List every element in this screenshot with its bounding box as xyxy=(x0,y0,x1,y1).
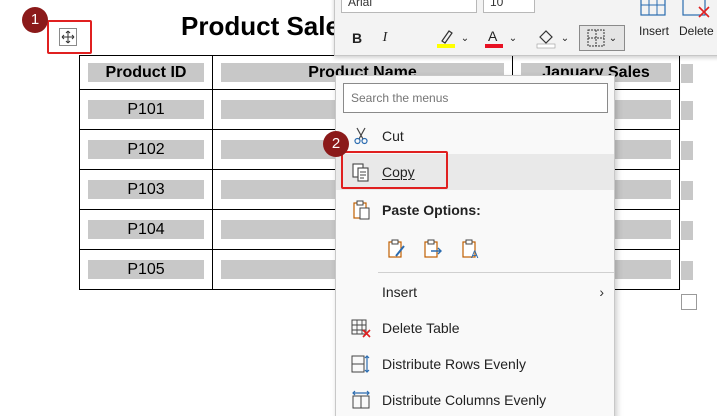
menu-label-distribute-columns: Distribute Columns Evenly xyxy=(382,392,547,408)
delete-table-icon xyxy=(682,0,710,18)
menu-label-paste-options: Paste Options: xyxy=(382,202,481,218)
chevron-down-icon[interactable]: ⌄ xyxy=(507,27,519,49)
delete-table-icon xyxy=(350,317,372,339)
font-color-icon: A xyxy=(485,28,503,48)
step-1-badge: 1 xyxy=(22,7,48,33)
borders-icon xyxy=(587,29,605,47)
insert-label: Insert xyxy=(638,24,669,38)
delete-button[interactable]: Delete xyxy=(679,0,717,38)
shade-extension xyxy=(681,141,693,160)
menu-item-distribute-rows[interactable]: Distribute Rows Evenly xyxy=(336,346,614,382)
scissors-icon xyxy=(350,125,372,147)
paste-keep-formatting-icon xyxy=(388,239,405,258)
move-handle-highlight xyxy=(47,20,92,54)
paste-text-only-icon: A xyxy=(462,239,479,260)
highlight-button[interactable] xyxy=(433,27,459,49)
font-size-combo[interactable]: 10 xyxy=(483,0,535,13)
header-product-id[interactable]: Product ID xyxy=(79,55,213,90)
svg-text:A: A xyxy=(471,249,479,260)
distribute-columns-icon xyxy=(350,389,372,411)
shade-extension xyxy=(681,101,693,120)
step-2-badge: 2 xyxy=(323,131,349,157)
clipboard-icon xyxy=(350,199,372,221)
table-cell[interactable]: P101 xyxy=(79,89,213,130)
menu-item-cut[interactable]: Cut xyxy=(336,118,614,154)
bold-button[interactable]: B xyxy=(347,27,367,49)
distribute-rows-icon xyxy=(350,353,372,375)
insert-table-icon xyxy=(640,0,666,16)
menu-label-distribute-rows: Distribute Rows Evenly xyxy=(382,356,526,372)
menu-label-cut: Cut xyxy=(382,128,404,144)
menu-label-insert: Insert xyxy=(382,284,418,300)
table-cell[interactable]: P105 xyxy=(79,249,213,290)
paste-text-only-button[interactable]: A xyxy=(458,236,484,262)
table-cell[interactable]: P103 xyxy=(79,169,213,210)
paste-keep-formatting-button[interactable] xyxy=(384,236,410,262)
chevron-down-icon[interactable]: ⌄ xyxy=(459,27,471,49)
chevron-right-icon: › xyxy=(599,284,604,300)
shading-button[interactable] xyxy=(533,27,559,49)
copy-highlight xyxy=(341,151,448,189)
menu-item-insert[interactable]: Insert › xyxy=(336,274,614,310)
font-name-value: Arial xyxy=(348,0,373,9)
table-cell[interactable]: P102 xyxy=(79,129,213,170)
font-size-value: 10 xyxy=(490,0,504,9)
document-title: Product Sale xyxy=(181,11,340,41)
menu-separator xyxy=(378,272,614,273)
insert-button[interactable]: Insert xyxy=(631,0,677,38)
table-cell[interactable]: P104 xyxy=(79,209,213,250)
table-resize-handle[interactable] xyxy=(681,294,697,310)
paste-merge-formatting-icon xyxy=(424,239,442,258)
paste-merge-formatting-button[interactable] xyxy=(420,236,446,262)
italic-button[interactable]: I xyxy=(375,27,395,49)
context-menu: Cut Copy Paste Options: xyxy=(335,75,615,416)
highlighter-icon xyxy=(437,30,455,48)
menu-item-delete-table[interactable]: Delete Table xyxy=(336,310,614,346)
menu-item-distribute-columns[interactable]: Distribute Columns Evenly xyxy=(336,382,614,416)
paint-bucket-icon xyxy=(536,30,556,49)
font-color-button[interactable]: A xyxy=(481,27,507,49)
delete-label: Delete xyxy=(679,24,714,38)
borders-button[interactable]: ⌄ xyxy=(579,25,625,51)
font-name-combo[interactable]: Arial xyxy=(341,0,477,13)
shade-extension xyxy=(681,261,693,280)
chevron-down-icon[interactable]: ⌄ xyxy=(559,27,571,49)
svg-text:A: A xyxy=(488,28,498,44)
mini-toolbar: Arial 10 B I ⌄ A ⌄ ⌄ ⌄ Insert Delete xyxy=(334,0,717,56)
shade-extension xyxy=(681,64,693,83)
shade-extension xyxy=(681,221,693,240)
menu-item-paste-options: Paste Options: xyxy=(336,192,614,228)
shade-extension xyxy=(681,181,693,200)
menu-label-delete-table: Delete Table xyxy=(382,320,460,336)
menu-search-input[interactable] xyxy=(343,83,608,113)
